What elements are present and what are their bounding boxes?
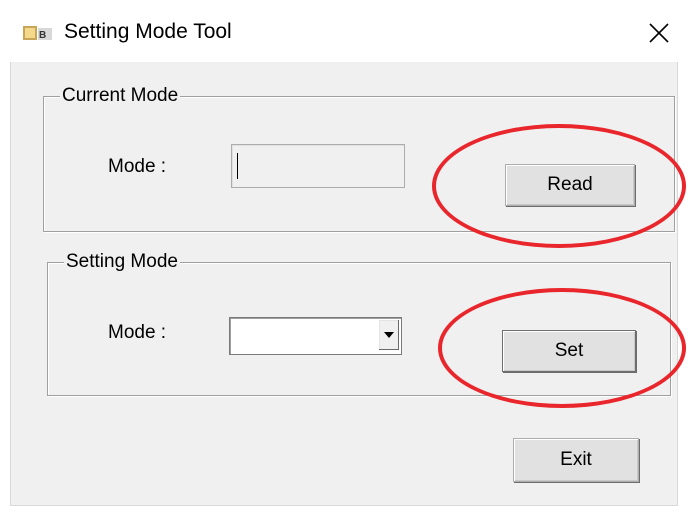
mode-select[interactable]	[229, 317, 402, 355]
exit-button[interactable]: Exit	[513, 438, 639, 482]
setting-mode-label: Mode :	[108, 322, 167, 343]
current-mode-field[interactable]	[231, 144, 405, 188]
setting-mode-group-label: Setting Mode	[64, 251, 180, 273]
title-bar[interactable]: B Setting Mode Tool	[0, 0, 688, 62]
chevron-down-icon[interactable]	[378, 320, 399, 350]
current-mode-group-label: Current Mode	[60, 85, 181, 107]
close-icon[interactable]	[636, 12, 680, 52]
dialog-client-area: Current Mode Mode : Read Setting Mode Mo…	[10, 62, 678, 506]
setting-mode-tool-window: B Setting Mode Tool Current Mode Mode : …	[0, 0, 688, 517]
window-title: Setting Mode Tool	[64, 20, 232, 43]
text-caret	[237, 153, 238, 179]
current-mode-label: Mode :	[108, 156, 167, 177]
svg-text:B: B	[39, 30, 46, 41]
app-logo-icon: B	[22, 22, 54, 44]
read-button[interactable]: Read	[505, 164, 635, 206]
set-button[interactable]: Set	[502, 330, 636, 372]
